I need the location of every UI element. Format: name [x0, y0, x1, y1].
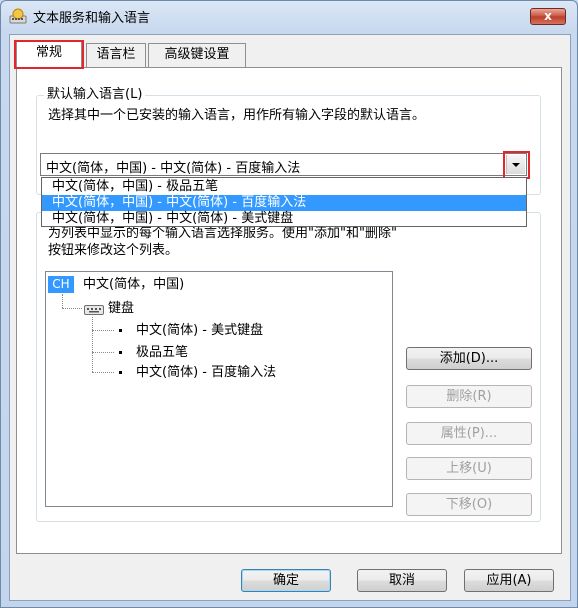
tab-general[interactable]: 常规 — [16, 41, 82, 68]
dropdown-option[interactable]: 中文(简体，中国) - 极品五笔 — [42, 179, 526, 195]
dialog-window: 文本服务和输入语言 x 常规 语言栏 高级键设置 默认输入语言(L) 选择其中一… — [0, 0, 578, 608]
keyboard-icon — [84, 305, 104, 315]
apply-button[interactable]: 应用(A) — [464, 569, 554, 592]
add-button[interactable]: 添加(D)... — [406, 347, 532, 370]
tab-advanced-key-settings[interactable]: 高级键设置 — [148, 43, 246, 67]
close-icon: x — [544, 9, 552, 23]
tree-category-keyboard[interactable]: 键盘 — [108, 300, 134, 317]
default-language-value: 中文(简体，中国) - 中文(简体) - 百度输入法 — [46, 161, 301, 176]
tab-label: 常规 — [35, 45, 62, 60]
keyboard-globe-icon — [9, 8, 27, 24]
tree-language-node[interactable]: 中文(简体，中国) — [83, 276, 184, 293]
tree-item[interactable]: 极品五笔 — [136, 344, 188, 361]
tree-connector — [62, 308, 82, 309]
dropdown-option[interactable]: 中文(简体，中国) - 中文(简体) - 美式键盘 — [42, 211, 526, 227]
installed-services-tree[interactable]: CH 中文(简体，中国) 键盘 中文(简体) - 美式键盘 极品五笔 中文(简体… — [45, 271, 393, 507]
tree-bullet — [119, 371, 122, 374]
title-bar[interactable]: 文本服务和输入语言 x — [1, 1, 577, 31]
cancel-button[interactable]: 取消 — [357, 569, 447, 592]
tree-connector — [92, 330, 114, 331]
dropdown-option-selected[interactable]: 中文(简体，中国) - 中文(简体) - 百度输入法 — [42, 195, 526, 211]
tree-item[interactable]: 中文(简体) - 百度输入法 — [136, 364, 276, 381]
tree-connector — [92, 317, 93, 372]
default-language-description: 选择其中一个已安装的输入语言，用作所有输入字段的默认语言。 — [48, 108, 426, 123]
tree-bullet — [119, 351, 122, 354]
chevron-down-icon[interactable] — [506, 155, 525, 174]
remove-button[interactable]: 删除(R) — [406, 385, 532, 408]
window-title: 文本服务和输入语言 — [33, 11, 151, 26]
properties-button[interactable]: 属性(P)... — [406, 422, 532, 445]
default-language-select[interactable]: 中文(简体，中国) - 中文(简体) - 百度输入法 — [40, 153, 527, 176]
move-up-button[interactable]: 上移(U) — [406, 457, 532, 480]
close-button[interactable]: x — [530, 8, 566, 25]
tree-connector — [92, 352, 114, 353]
services-description-line1: 为列表中显示的每个输入语言选择服务。使用"添加"和"删除" — [48, 226, 397, 241]
move-down-button[interactable]: 下移(O) — [406, 493, 532, 516]
tab-label: 语言栏 — [96, 47, 136, 62]
tree-item[interactable]: 中文(简体) - 美式键盘 — [136, 322, 263, 339]
tree-connector — [62, 294, 63, 308]
tree-connector — [92, 372, 114, 373]
ok-button[interactable]: 确定 — [241, 569, 331, 592]
services-description-line2: 按钮来修改这个列表。 — [48, 243, 179, 258]
language-code-badge: CH — [48, 276, 74, 293]
default-language-legend: 默认输入语言(L) — [44, 87, 146, 102]
tab-label: 高级键设置 — [164, 47, 230, 62]
tree-bullet — [119, 329, 122, 332]
tab-language-bar[interactable]: 语言栏 — [86, 43, 146, 67]
default-language-dropdown-list: 中文(简体，中国) - 极品五笔 中文(简体，中国) - 中文(简体) - 百度… — [41, 177, 527, 227]
